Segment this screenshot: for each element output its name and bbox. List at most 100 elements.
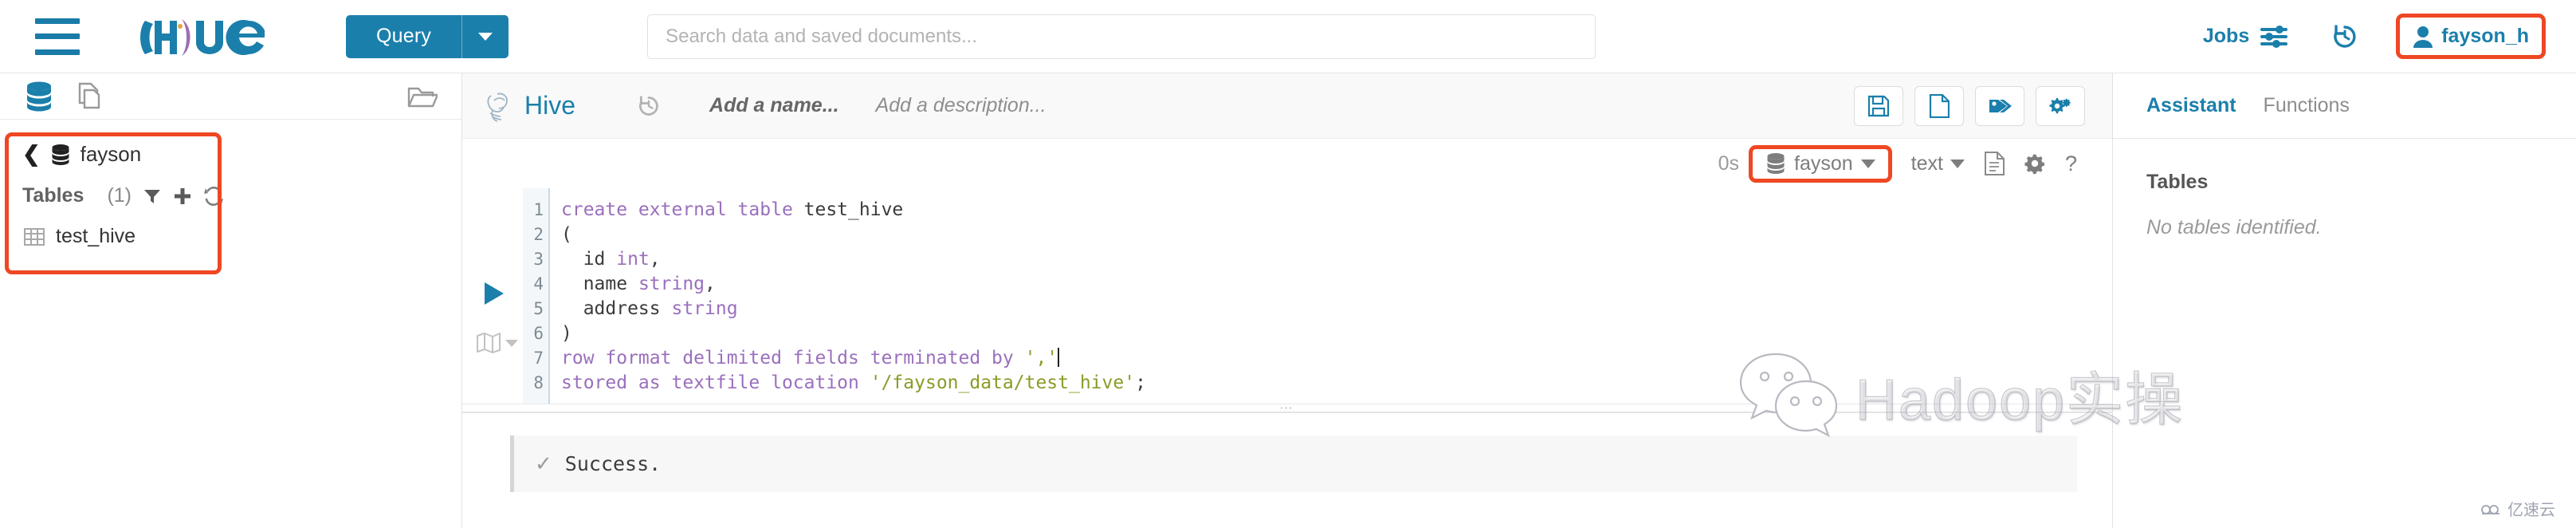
sidebar-tables-header: Tables (1) [0,167,461,207]
sidebar-table-item[interactable]: test_hive [0,207,461,248]
hive-bee-icon [483,89,515,123]
cloud-icon [2480,502,2501,515]
query-button-label: Query [346,15,461,58]
tab-assistant[interactable]: Assistant [2146,94,2236,117]
assistant-section-title: Tables [2146,171,2543,194]
query-description-input[interactable]: Add a description... [876,94,1046,117]
code-line: row format delimited fields terminated b… [561,346,2112,371]
hamburger-menu-icon[interactable] [35,18,80,55]
line-number: 1 [523,198,544,223]
sidebar-table-name: test_hive [56,225,135,248]
global-search [647,14,1596,59]
editor-engine-selector[interactable]: Hive [483,89,575,123]
file-page-icon [1929,94,1950,118]
database-icon [1765,152,1786,175]
line-number: 3 [523,247,544,272]
query-name-input[interactable]: Add a name... [709,94,839,117]
application-body: ❮ fayson Tables (1) [0,73,2576,528]
database-icon [50,144,71,166]
chevron-down-icon [1950,160,1965,168]
editor-action-buttons [1854,86,2085,126]
line-number: 7 [523,346,544,371]
tags-button[interactable] [1975,86,2024,126]
code-line: name string, [561,272,2112,297]
assistant-empty-message: No tables identified. [2146,216,2543,239]
query-status-box: ✓ Success. [510,435,2077,492]
code-line: ) [561,321,2112,346]
jobs-label: Jobs [2203,25,2249,48]
editor-database-name: fayson [1794,152,1853,175]
history-clock-icon [638,95,660,117]
editor-database-selector[interactable]: fayson [1749,145,1892,183]
code-line: create external table test_hive [561,198,2112,223]
save-button[interactable] [1854,86,1903,126]
left-sidebar: ❮ fayson Tables (1) [0,73,462,528]
sidebar-database-name: fayson [80,142,142,167]
line-number: 5 [523,297,544,321]
query-map-toggle[interactable] [477,332,518,354]
editor-results-splitter[interactable]: ⋯ [462,404,2112,413]
user-menu-button[interactable]: fayson_h [2396,14,2546,59]
funnel-icon[interactable] [143,187,162,206]
query-button[interactable]: Query [346,15,509,58]
assistant-tabs: Assistant Functions [2113,73,2576,139]
jobs-link[interactable]: Jobs [2203,25,2287,48]
code-line: stored as textfile location '/fayson_dat… [561,371,2112,396]
user-icon [2413,26,2433,48]
help-icon[interactable]: ? [2065,152,2077,176]
search-input[interactable] [647,14,1596,59]
footer-badge-text: 亿速云 [2507,497,2555,520]
editor-engine-name: Hive [524,91,575,120]
settings-button[interactable] [2036,86,2085,126]
editor-gutter-icons [462,188,523,404]
query-log-button[interactable] [1984,152,2005,175]
query-status-message: Success. [565,452,661,475]
plus-icon[interactable] [173,187,192,206]
code-line: address string [561,297,2112,321]
query-settings-button[interactable] [2024,152,2046,175]
editor-format-selector[interactable]: text [1911,152,1965,175]
tab-functions[interactable]: Functions [2264,94,2350,117]
sql-code-content[interactable]: create external table test_hive( id int,… [550,188,2112,404]
play-triangle-icon [481,281,505,306]
line-number: 8 [523,371,544,396]
sidebar-tables-label: Tables [22,184,84,207]
gears-icon [2048,95,2072,117]
query-elapsed-time: 0s [1718,152,1739,175]
editor-subbar: 0s fayson text [462,139,2112,188]
map-fold-icon [477,332,501,354]
editor-header: Hive Add a name... Add a description... [462,73,2112,139]
query-result-pane: ✓ Success. [462,413,2112,528]
sidebar-tables-count: (1) [107,184,132,207]
assistant-content: Tables No tables identified. [2113,139,2576,239]
history-button[interactable] [2332,24,2358,49]
right-assistant-panel: Assistant Functions Tables No tables ide… [2112,73,2576,528]
new-query-button[interactable] [1914,86,1964,126]
editor-line-numbers: 1 2 3 4 5 6 7 8 [523,188,550,404]
sidebar-toolbar [0,73,461,120]
hue-logo-icon [137,16,274,57]
floppy-save-icon [1867,95,1890,117]
run-query-button[interactable] [481,281,505,310]
hue-logo[interactable] [137,16,274,57]
table-icon [24,227,45,247]
documents-icon[interactable] [75,81,105,112]
database-icon[interactable] [24,81,54,112]
line-number: 2 [523,223,544,247]
gear-icon [2024,152,2046,175]
code-line: ( [561,223,2112,247]
sidebar-database-row[interactable]: ❮ fayson [0,137,461,167]
refresh-icon[interactable] [203,187,224,206]
chevron-left-icon[interactable]: ❮ [22,144,41,165]
chevron-down-icon [1861,160,1875,168]
hue-application-window: Query Jobs [0,0,2576,528]
top-nav-right-group: Jobs [2203,14,2546,59]
chevron-down-icon [505,340,518,347]
check-icon: ✓ [535,451,552,476]
document-lines-icon [1984,152,2005,175]
query-button-dropdown[interactable] [462,15,509,58]
code-line: id int, [561,247,2112,272]
open-folder-icon[interactable] [406,81,438,112]
editor-history-button[interactable] [638,95,660,117]
sidebar-tables-actions: (1) [107,184,461,207]
